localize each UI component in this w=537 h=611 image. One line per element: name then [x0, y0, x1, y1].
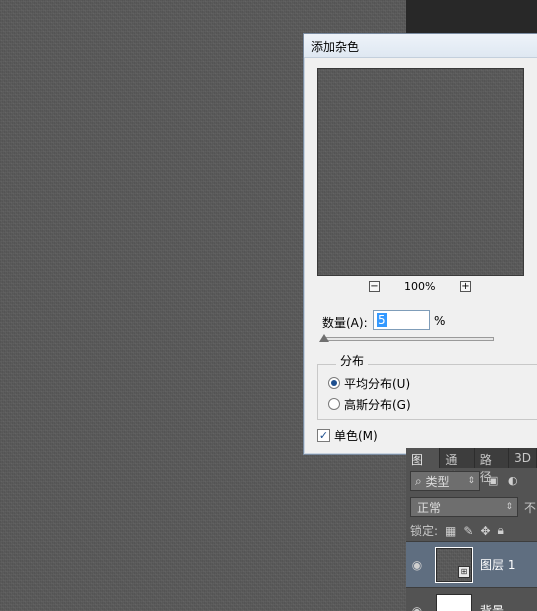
gaussian-label: 高斯分布(G)	[344, 397, 411, 412]
lock-paint-icon[interactable]: ✎	[463, 524, 473, 538]
dialog-titlebar[interactable]: 添加杂色	[304, 34, 537, 58]
panel-tabs: 图层 通道 路径 3D	[406, 448, 537, 484]
tab-channels[interactable]: 通道	[440, 448, 475, 484]
blend-mode-select[interactable]: 正常 ⇕	[410, 497, 518, 517]
select-arrow-icon: ⇕	[505, 502, 513, 512]
lock-position-icon[interactable]: ✥	[480, 524, 490, 538]
add-noise-dialog: 添加杂色 − 100% + 数量(A): 5 % 分布 平均分布(U) 高斯分布…	[303, 33, 537, 455]
blend-mode-label: 正常	[417, 500, 442, 515]
lock-label: 锁定:	[410, 524, 439, 538]
opacity-label: 不	[524, 500, 537, 515]
filter-row: ⌕ 类型 ⇕ ▣ ◐	[406, 468, 537, 494]
eye-icon[interactable]: ◉	[406, 604, 428, 611]
amount-value: 5	[377, 313, 387, 327]
lock-row: 锁定: ▦ ✎ ✥ 🔒︎	[406, 520, 537, 542]
filter-kind-label: 类型	[425, 474, 450, 489]
dialog-title: 添加杂色	[311, 40, 360, 54]
workspace-background	[406, 0, 537, 34]
gaussian-option[interactable]: 高斯分布(G)	[328, 396, 411, 412]
image-filter-icon[interactable]: ▣	[488, 475, 500, 487]
lock-transparency-icon[interactable]: ▦	[445, 524, 456, 538]
layer-row[interactable]: ◉ ⊞ 图层 1	[406, 542, 537, 588]
amount-input[interactable]: 5	[373, 310, 430, 330]
layers-panel: 图层 通道 路径 3D ⌕ 类型 ⇕ ▣ ◐ 正常 ⇕ 不 锁定: ▦ ✎ ✥ …	[406, 448, 537, 611]
layer-name[interactable]: 图层 1	[480, 556, 515, 573]
tab-paths[interactable]: 路径	[475, 448, 510, 484]
zoom-in-button[interactable]: +	[460, 281, 471, 292]
blend-row: 正常 ⇕ 不	[406, 494, 537, 520]
zoom-level: 100%	[404, 280, 436, 293]
tab-layers[interactable]: 图层	[406, 448, 441, 484]
zoom-out-button[interactable]: −	[369, 281, 380, 292]
tab-3d[interactable]: 3D	[509, 448, 537, 468]
filter-kind-select[interactable]: ⌕ 类型 ⇕	[410, 471, 480, 491]
noise-preview[interactable]	[317, 68, 524, 276]
adjustment-filter-icon[interactable]: ◐	[508, 475, 520, 487]
uniform-label: 平均分布(U)	[344, 376, 411, 391]
uniform-option[interactable]: 平均分布(U)	[328, 375, 410, 391]
monochromatic-checkbox[interactable]: ✓	[317, 428, 330, 442]
eye-icon[interactable]: ◉	[406, 558, 428, 572]
amount-slider-track[interactable]	[322, 337, 494, 341]
layer-row[interactable]: ◉ 背景	[406, 588, 537, 611]
monochromatic-option[interactable]: ✓ 单色(M)	[317, 427, 378, 443]
monochromatic-label: 单色(M)	[334, 428, 378, 443]
amount-label: 数量(A):	[322, 316, 368, 330]
search-icon: ⌕	[415, 473, 426, 488]
layer-name[interactable]: 背景	[480, 602, 504, 611]
gaussian-radio[interactable]	[328, 398, 340, 410]
amount-unit: %	[434, 314, 446, 328]
distribution-legend: 分布	[336, 352, 369, 369]
select-arrow-icon: ⇕	[467, 476, 475, 486]
lock-all-icon[interactable]: 🔒︎	[498, 523, 504, 538]
amount-slider-thumb[interactable]	[319, 334, 329, 342]
smart-object-icon: ⊞	[458, 566, 470, 578]
layer-thumbnail	[436, 593, 472, 611]
uniform-radio[interactable]	[328, 377, 340, 389]
